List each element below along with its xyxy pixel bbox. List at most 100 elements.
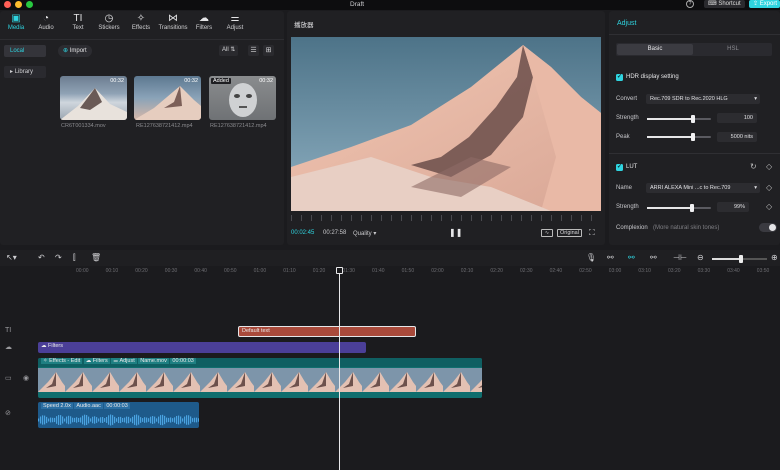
media-thumbnail[interactable]: 00:32 [134,76,201,120]
slider-knob[interactable] [691,133,696,141]
tool-transitions[interactable]: ⋈ Transitions [156,13,190,37]
convert-label: Convert [616,96,638,102]
tool-adjust[interactable]: ⚌ Adjust [220,13,250,37]
original-ratio-button[interactable]: Original [557,229,582,237]
help-icon[interactable]: ? [686,0,694,8]
zoom-slider[interactable] [712,255,767,263]
preview-axis-icon[interactable]: ⊣⊢ [673,253,687,262]
export-icon: ⇪ [753,1,760,7]
slider-fill [647,118,694,120]
media-thumbnail[interactable]: Added 00:32 [209,76,276,120]
filmstrip-frames [38,368,482,392]
waveform-icon[interactable]: ∿ [541,229,553,237]
tool-text[interactable]: TI Text [63,13,93,37]
ruler-tick-label: 00:20 [135,268,148,274]
tab-basic[interactable]: Basic [617,44,693,55]
select-cursor-icon[interactable]: ↖▾ [6,253,17,262]
fullscreen-icon[interactable]: ⛶ [589,228,595,238]
convert-value: Rec.709 SDR to Rec.2020 HLG [650,96,728,102]
tool-filters[interactable]: ☁ Filters [189,13,219,37]
strength-slider[interactable] [647,115,711,123]
redo-icon[interactable]: ↷ [55,253,62,262]
reset-icon[interactable]: ↻ [750,162,757,171]
adjust-icon: ⚌ [230,13,240,24]
lut-checkbox[interactable]: ✓ [616,164,623,171]
lut-name-dropdown[interactable]: ARRI ALEXA Mini ...c to Rec.709 ▾ [646,183,760,193]
slider-knob[interactable] [690,204,695,212]
grid-view-icon[interactable]: ⊞ [263,45,274,56]
ruler-tick-label: 02:20 [490,268,503,274]
slider-knob[interactable] [691,115,696,123]
zoom-in-icon[interactable]: ⊕ [771,253,778,262]
time-ruler[interactable]: 00:00 00:10 00:20 00:30 00:40 00:50 01:00 01:10… [0,266,780,276]
convert-dropdown[interactable]: Rec.709 SDR to Rec.2020 HLG ▾ [646,94,760,104]
tool-audio[interactable]: ◔ Audio [31,13,61,37]
zoom-slider-fill [712,258,740,260]
keyframe-icon[interactable]: ◇ [766,162,772,171]
minimize-window-button[interactable] [15,1,22,8]
ruler-tick-label: 00:00 [76,268,89,274]
zoom-window-button[interactable] [26,1,33,8]
hdr-checkbox[interactable]: ✓ [616,74,623,81]
audio-duration: 00:00:03 [104,403,130,409]
video-clip[interactable]: ✧ Effects - Edit ☁ Filters ⚌ Adjust Name… [38,358,482,398]
video-filmstrip [38,368,482,392]
playhead[interactable] [339,268,340,470]
strength-input[interactable]: 100 [717,113,757,123]
lut-strength-label: Strength [616,204,639,210]
ruler-tick-label: 02:30 [520,268,533,274]
tool-effects[interactable]: ✧ Effects [126,13,156,37]
linkage-icon[interactable]: ⚯ [650,253,657,262]
import-button[interactable]: ⊕ Import [58,45,92,57]
complexion-toggle[interactable] [759,223,777,232]
delete-icon[interactable]: 🗑 [91,253,101,262]
sidebar-item-local[interactable]: Local [4,45,46,57]
microphone-icon[interactable]: 🎙 [586,253,596,262]
sidebar-item-library[interactable]: ▸ Library [4,66,46,78]
text-clip[interactable]: Default text [238,326,416,337]
quality-dropdown[interactable]: Quality ▾ [353,230,376,237]
close-window-button[interactable] [4,1,11,8]
keyframe-icon[interactable]: ◇ [766,183,772,192]
zoom-slider-knob[interactable] [739,255,743,263]
divider [0,39,284,40]
media-thumbnail[interactable]: 00:32 [60,76,127,120]
magnet-icon[interactable]: ⚯ [628,253,635,262]
transitions-icon: ⋈ [168,13,178,24]
slider-fill [647,207,693,209]
peak-input[interactable]: 5000 nits [717,132,757,142]
app-window: Draft ? ⌨ Shortcut ⇪ Export ▣ Media ◔ Audi… [0,0,780,470]
peak-slider[interactable] [647,133,711,141]
undo-icon[interactable]: ↶ [38,253,45,262]
tool-media[interactable]: ▣ Media [1,13,31,37]
pause-icon[interactable]: ❚❚ [449,228,462,237]
filter-clip[interactable]: ☁ Filters [38,342,366,353]
link-icon[interactable]: ⚯ [607,253,614,262]
lut-strength-input[interactable]: 99% [717,202,749,212]
filters-icon: ☁ [199,13,209,24]
list-view-icon[interactable]: ☰ [248,45,259,56]
split-icon[interactable]: ⫿ [73,253,76,263]
keyframe-icon[interactable]: ◇ [766,202,772,211]
title-bar: Draft ? ⌨ Shortcut ⇪ Export [0,0,780,10]
duration-label: 00:32 [259,78,273,84]
tab-label: Basic [647,46,663,52]
tool-stickers[interactable]: ◷ Stickers [94,13,124,37]
playhead-handle[interactable] [336,267,343,274]
audio-clip[interactable]: Speed 2.0x Audio.aac 00:00:03 [38,402,199,428]
export-button[interactable]: ⇪ Export [749,0,780,8]
zoom-out-icon[interactable]: ⊖ [697,253,704,262]
lut-strength-slider[interactable] [647,204,711,212]
adjust-tag: ⚌ Adjust [111,358,137,364]
tab-hsl[interactable]: HSL [695,44,771,55]
ruler-tick-label: 01:50 [401,268,415,274]
shortcut-button[interactable]: ⌨ Shortcut [704,0,745,8]
ruler-tick-label: 02:50 [579,268,592,274]
video-preview[interactable] [291,37,601,211]
eye-icon[interactable]: ◉ [23,374,29,382]
ruler-tick-label: 01:30 [342,268,355,274]
ruler-tick-label: 02:40 [549,268,563,274]
filter-dropdown[interactable]: All ⇅ [219,45,239,56]
ruler-tick-label: 02:00 [431,268,444,274]
scrub-ruler[interactable] [291,215,601,221]
